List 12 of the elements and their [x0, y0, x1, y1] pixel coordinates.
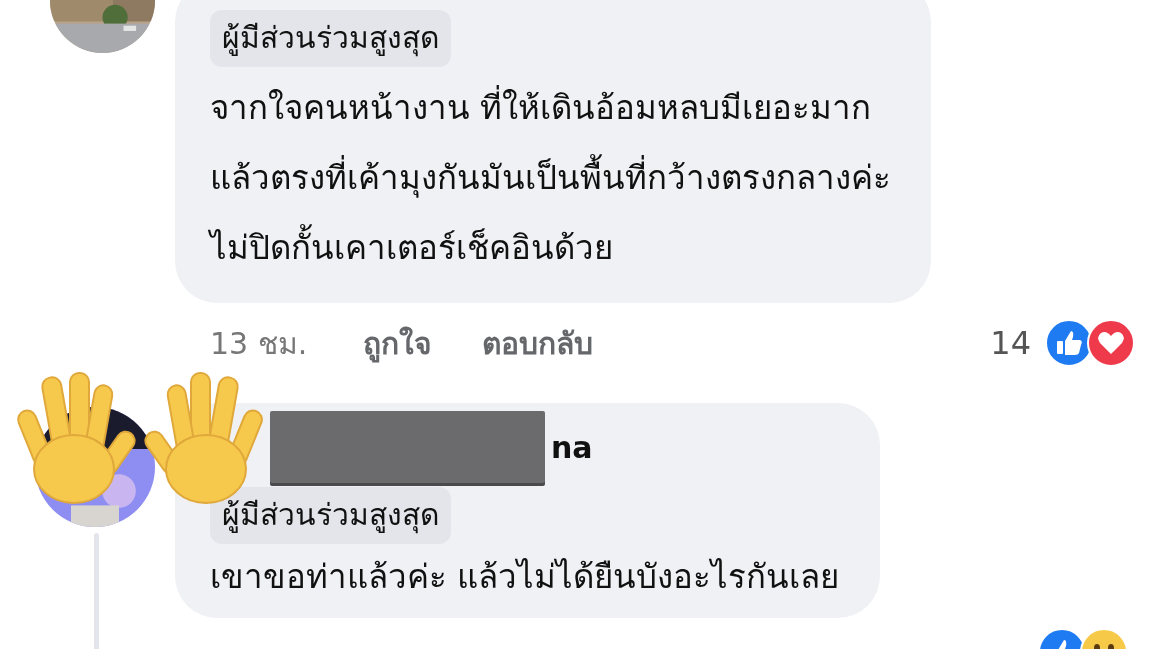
comment-text-line: แล้วตรงที่เค้ามุงกันมันเป็นพื้นที่กว้างตรงกลางค่ะ [210, 143, 891, 213]
top-contributor-badge: ผู้มีส่วนร่วมสูงสุด [210, 487, 451, 544]
comment-time: 13 ชม. [210, 324, 308, 363]
comment-text-line: จากใจคนหน้างาน ที่ให้เดินอ้อมหลบมีเยอะมาก [210, 73, 891, 143]
commenter-name[interactable]: na [551, 429, 593, 465]
reply-link[interactable]: ตอบกลับ [482, 319, 594, 367]
comment-text-line: ไม่ปิดกั้นเคาเตอร์เช็คอินด้วย [210, 213, 891, 283]
like-link[interactable]: ถูกใจ [363, 319, 433, 367]
raised-hand-icon [16, 369, 136, 507]
comment-text-line: เขาขอท่าแล้วค่ะ แล้วไม่ได้ยืนบังอะไรกันเลย [210, 556, 840, 598]
top-contributor-badge: ผู้มีส่วนร่วมสูงสุด [210, 10, 451, 67]
reaction-count: 14 [990, 324, 1031, 362]
